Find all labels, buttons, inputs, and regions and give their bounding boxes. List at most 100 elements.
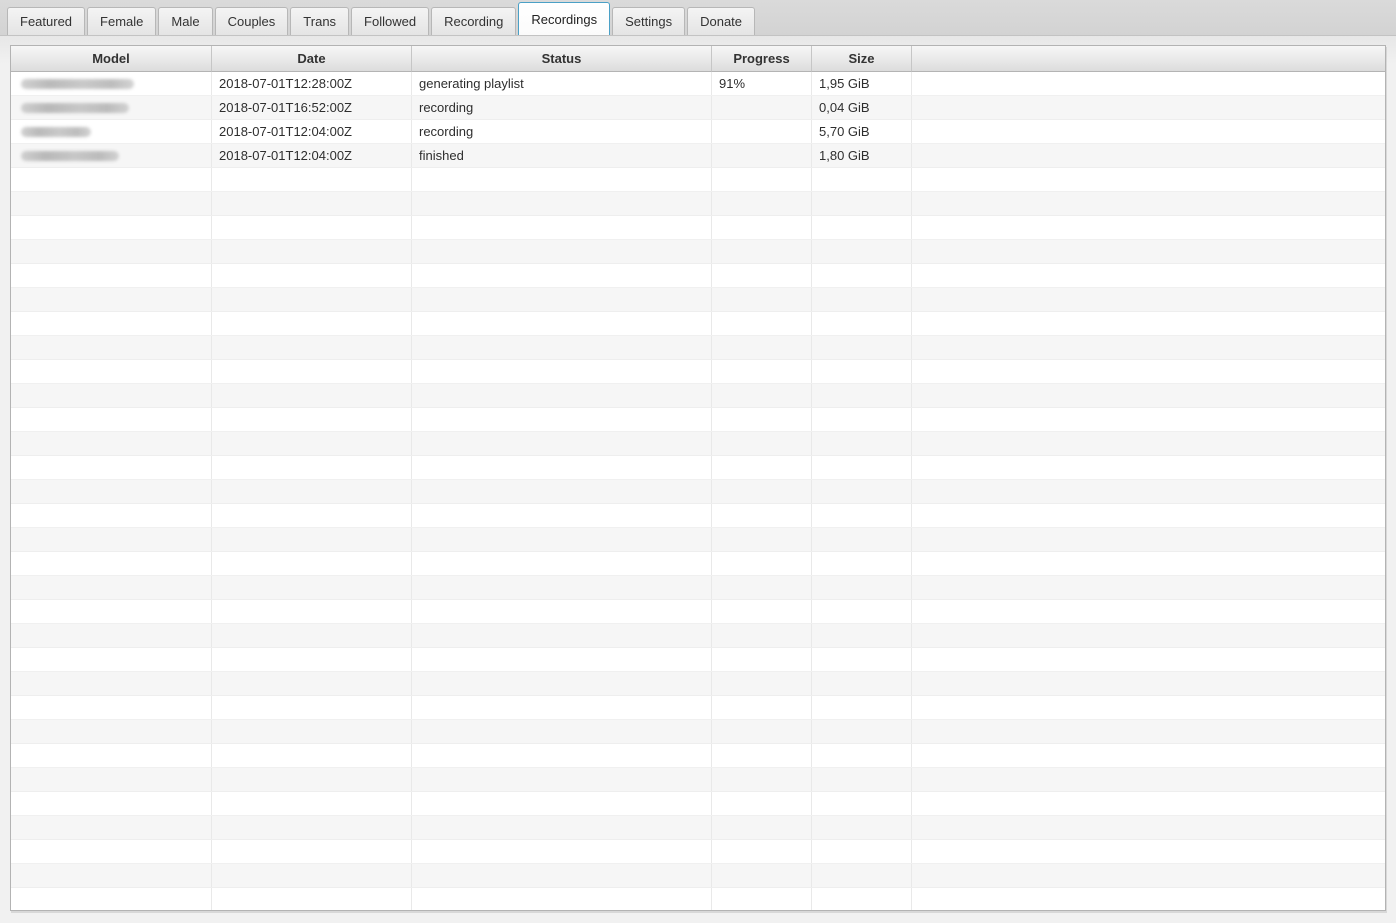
- table-row-empty[interactable]: [11, 744, 1385, 768]
- cell-status: [412, 840, 712, 863]
- table-row-empty[interactable]: [11, 408, 1385, 432]
- column-header-date[interactable]: Date: [212, 46, 412, 72]
- cell-date: [212, 744, 412, 767]
- cell-extra: [912, 240, 1385, 263]
- cell-extra: [912, 768, 1385, 791]
- table-row-empty[interactable]: [11, 216, 1385, 240]
- cell-date: [212, 576, 412, 599]
- cell-extra: [912, 504, 1385, 527]
- table-row[interactable]: 2018-07-01T16:52:00Z recording 0,04 GiB: [11, 96, 1385, 120]
- column-header-size[interactable]: Size: [812, 46, 912, 72]
- table-row-empty[interactable]: [11, 240, 1385, 264]
- cell-size: [812, 216, 912, 239]
- cell-status: [412, 816, 712, 839]
- column-header-model[interactable]: Model: [11, 46, 212, 72]
- cell-model: [11, 168, 212, 191]
- cell-status: [412, 168, 712, 191]
- tab-trans[interactable]: Trans: [290, 7, 350, 35]
- cell-model: [11, 504, 212, 527]
- table-row-empty[interactable]: [11, 504, 1385, 528]
- column-header-progress[interactable]: Progress: [712, 46, 812, 72]
- cell-model: [11, 432, 212, 455]
- cell-size: [812, 768, 912, 791]
- table-row-empty[interactable]: [11, 576, 1385, 600]
- tab-couples[interactable]: Couples: [214, 7, 289, 35]
- cell-size: [812, 816, 912, 839]
- table-row-empty[interactable]: [11, 768, 1385, 792]
- table-row-empty[interactable]: [11, 840, 1385, 864]
- cell-size: 1,95 GiB: [812, 72, 912, 95]
- tab-donate[interactable]: Donate: [687, 7, 756, 35]
- cell-progress: [712, 744, 812, 767]
- table-row-empty[interactable]: [11, 696, 1385, 720]
- table-row[interactable]: 2018-07-01T12:28:00Z generating playlist 9…: [11, 72, 1385, 96]
- column-header-status[interactable]: Status: [412, 46, 712, 72]
- cell-model: [11, 648, 212, 671]
- cell-date: [212, 696, 412, 719]
- cell-status: [412, 264, 712, 287]
- cell-progress: [712, 552, 812, 575]
- table-row[interactable]: 2018-07-01T12:04:00Z recording 5,70 GiB: [11, 120, 1385, 144]
- cell-size: [812, 528, 912, 551]
- cell-status: [412, 408, 712, 431]
- table-body: 2018-07-01T12:28:00Z generating playlist 9…: [11, 72, 1385, 910]
- cell-extra: [912, 264, 1385, 287]
- tab-male[interactable]: Male: [158, 7, 213, 35]
- table-row-empty[interactable]: [11, 600, 1385, 624]
- cell-date: [212, 408, 412, 431]
- table-row-empty[interactable]: [11, 192, 1385, 216]
- cell-size: [812, 552, 912, 575]
- cell-extra: [912, 336, 1385, 359]
- table-row-empty[interactable]: [11, 336, 1385, 360]
- cell-progress: [712, 696, 812, 719]
- table-row-empty[interactable]: [11, 552, 1385, 576]
- cell-progress: [712, 288, 812, 311]
- tab-recording[interactable]: Recording: [431, 7, 517, 35]
- table-row-empty[interactable]: [11, 264, 1385, 288]
- table-row-empty[interactable]: [11, 864, 1385, 888]
- cell-progress: [712, 504, 812, 527]
- tab-featured[interactable]: Featured: [7, 7, 86, 35]
- cell-extra: [912, 480, 1385, 503]
- table-row-empty[interactable]: [11, 288, 1385, 312]
- cell-date: [212, 888, 412, 910]
- table-row-empty[interactable]: [11, 648, 1385, 672]
- cell-status: [412, 192, 712, 215]
- cell-model: [11, 384, 212, 407]
- cell-extra: [912, 168, 1385, 191]
- tab-followed[interactable]: Followed: [351, 7, 430, 35]
- table-row[interactable]: 2018-07-01T12:04:00Z finished 1,80 GiB: [11, 144, 1385, 168]
- cell-progress: [712, 432, 812, 455]
- cell-size: [812, 384, 912, 407]
- table-row-empty[interactable]: [11, 312, 1385, 336]
- column-header-empty[interactable]: [912, 46, 1385, 72]
- cell-progress: [712, 240, 812, 263]
- cell-model: [11, 408, 212, 431]
- cell-progress: [712, 456, 812, 479]
- table-row-empty[interactable]: [11, 456, 1385, 480]
- table-row-empty[interactable]: [11, 360, 1385, 384]
- table-row-empty[interactable]: [11, 816, 1385, 840]
- cell-extra: [912, 72, 1385, 95]
- cell-model: [11, 360, 212, 383]
- table-row-empty[interactable]: [11, 168, 1385, 192]
- tab-settings[interactable]: Settings: [612, 7, 686, 35]
- table-row-empty[interactable]: [11, 528, 1385, 552]
- table-row-empty[interactable]: [11, 888, 1385, 910]
- table-row-empty[interactable]: [11, 624, 1385, 648]
- cell-model: [11, 600, 212, 623]
- cell-size: [812, 792, 912, 815]
- tab-female[interactable]: Female: [87, 7, 157, 35]
- table-row-empty[interactable]: [11, 384, 1385, 408]
- table-row-empty[interactable]: [11, 720, 1385, 744]
- cell-extra: [912, 216, 1385, 239]
- table-row-empty[interactable]: [11, 672, 1385, 696]
- table-row-empty[interactable]: [11, 480, 1385, 504]
- cell-progress: [712, 576, 812, 599]
- cell-date: [212, 384, 412, 407]
- cell-model: [11, 264, 212, 287]
- table-row-empty[interactable]: [11, 792, 1385, 816]
- table-row-empty[interactable]: [11, 432, 1385, 456]
- cell-size: 5,70 GiB: [812, 120, 912, 143]
- tab-recordings[interactable]: Recordings: [518, 2, 611, 35]
